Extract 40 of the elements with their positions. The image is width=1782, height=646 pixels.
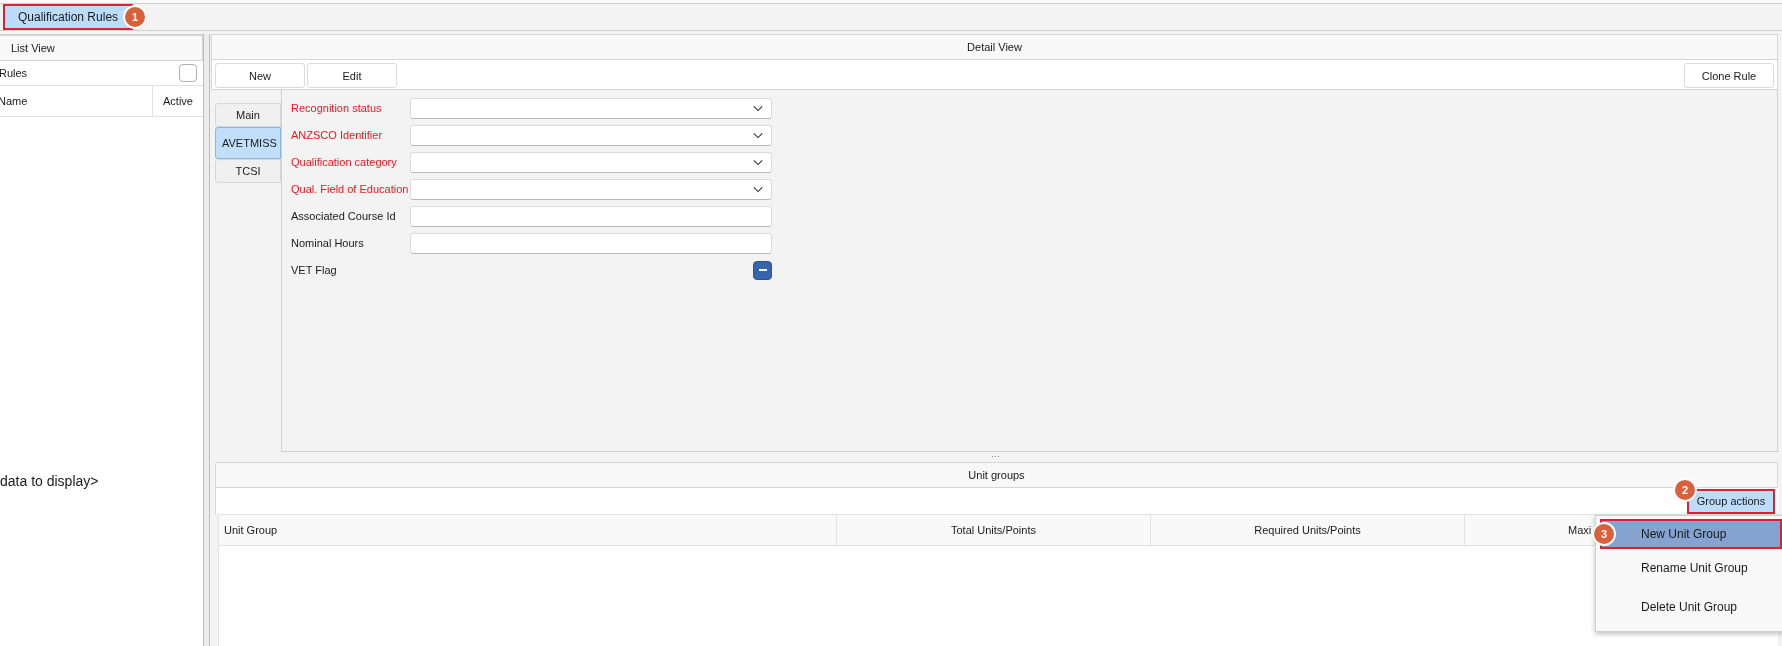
dropdown-field[interactable] bbox=[410, 124, 772, 146]
menu-item[interactable]: Rename Unit Group bbox=[1600, 549, 1782, 588]
filter-label: Rules bbox=[0, 67, 28, 79]
dropdown-field[interactable] bbox=[410, 151, 772, 173]
side-tab[interactable]: TCSI bbox=[215, 159, 281, 183]
column-header[interactable]: Unit Group bbox=[219, 515, 837, 545]
column-header[interactable]: Required Units/Points bbox=[1151, 515, 1465, 545]
column-header[interactable]: Active bbox=[153, 86, 203, 116]
step-badge: 1 bbox=[125, 7, 146, 27]
side-tab[interactable]: AVETMISS bbox=[215, 127, 281, 159]
toolbar-button[interactable]: Edit bbox=[307, 63, 397, 88]
empty-message: data to display> bbox=[0, 473, 99, 489]
clone-rule-button[interactable]: Clone Rule bbox=[1684, 63, 1774, 88]
field-label: Qual. Field of Education bbox=[291, 183, 410, 195]
input-field[interactable] bbox=[410, 232, 772, 254]
field-label: Recognition status bbox=[291, 102, 383, 114]
side-tab[interactable]: Main bbox=[215, 103, 281, 127]
column-header[interactable]: Total Units/Points bbox=[837, 515, 1151, 545]
toolbar-button[interactable]: New bbox=[215, 63, 305, 88]
step-badge: 2 bbox=[1675, 479, 1695, 500]
field-label: Associated Course Id bbox=[291, 210, 397, 222]
splitter[interactable] bbox=[203, 34, 210, 646]
input-field[interactable] bbox=[410, 205, 772, 227]
checkbox[interactable] bbox=[753, 260, 772, 280]
chevron-down-icon bbox=[753, 104, 763, 112]
dropdown-field[interactable] bbox=[410, 178, 772, 200]
group-actions-button[interactable]: Group actions bbox=[1687, 488, 1775, 514]
checkbox[interactable] bbox=[179, 64, 197, 82]
panel-header: List View bbox=[0, 35, 203, 61]
chevron-down-icon bbox=[753, 131, 763, 139]
menu-item[interactable]: Delete Unit Group bbox=[1600, 588, 1782, 627]
field-label: ANZSCO Identifier bbox=[291, 129, 384, 141]
dropdown-field[interactable] bbox=[410, 97, 772, 119]
chevron-down-icon bbox=[753, 185, 763, 193]
field-label: Nominal Hours bbox=[291, 237, 365, 249]
panel-header: Detail View bbox=[211, 34, 1778, 60]
step-badge: 3 bbox=[1594, 524, 1614, 544]
field-label: VET Flag bbox=[291, 264, 338, 276]
chevron-down-icon bbox=[753, 158, 763, 166]
field-label: Qualification category bbox=[291, 156, 398, 168]
